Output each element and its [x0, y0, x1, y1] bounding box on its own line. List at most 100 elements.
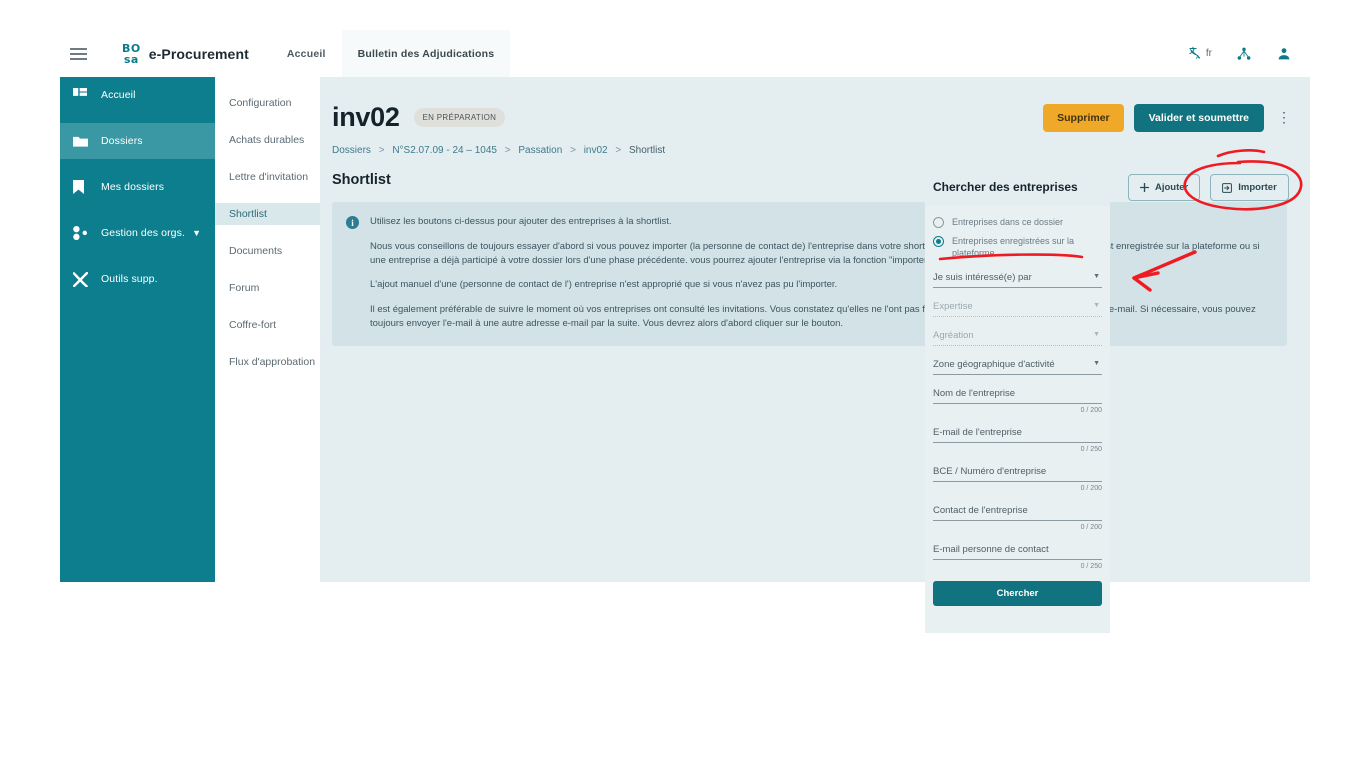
- subnav-item-shortlist[interactable]: Shortlist: [215, 203, 320, 225]
- import-company-label: Importer: [1238, 182, 1277, 193]
- folder-icon: [73, 134, 93, 148]
- breadcrumb-separator: >: [378, 145, 385, 156]
- sidebar-label-dossiers: Dossiers: [101, 135, 143, 147]
- translate-icon: A: [1189, 46, 1201, 61]
- counter-company-contact: 0 / 200: [1080, 524, 1102, 532]
- sidebar-item-dossiers[interactable]: Dossiers: [60, 123, 215, 159]
- info-panel: i Utilisez les boutons ci-dessus pour aj…: [332, 202, 1287, 346]
- top-nav-accueil[interactable]: Accueil: [271, 30, 342, 77]
- language-label: fr: [1205, 48, 1212, 59]
- breadcrumb-separator: >: [504, 145, 511, 156]
- dashboard-icon: [73, 88, 93, 102]
- sidebar-label-outils-supp: Outils supp.: [101, 273, 158, 285]
- top-nav-bulletin[interactable]: Bulletin des Adjudications: [341, 30, 511, 77]
- counter-company-name: 0 / 200: [1080, 407, 1102, 415]
- field-underline: [933, 316, 1102, 318]
- select-interested-in[interactable]: Je suis intéressé(e) par ▼: [933, 272, 1102, 289]
- chevron-down-icon[interactable]: ▼: [192, 228, 201, 238]
- field-underline: [933, 287, 1102, 289]
- input-label-company-email: E-mail de l'entreprise: [933, 427, 1022, 439]
- input-label-company-name: Nom de l'entreprise: [933, 388, 1016, 400]
- search-companies-panel: Chercher des entreprises Entreprises dan…: [925, 168, 1110, 633]
- validate-submit-button[interactable]: Valider et soumettre: [1133, 103, 1264, 132]
- sidebar-item-outils-supp[interactable]: Outils supp.: [60, 261, 215, 297]
- logo-line-2: sa: [123, 52, 139, 66]
- breadcrumb-item-1[interactable]: Dossiers: [332, 145, 371, 156]
- sidebar-label-mes-dossiers: Mes dossiers: [101, 181, 165, 193]
- top-nav: Accueil Bulletin des Adjudications: [271, 30, 511, 77]
- radio-button-unchecked-icon[interactable]: [933, 217, 944, 228]
- counter-company-email: 0 / 250: [1080, 446, 1102, 454]
- select-label-expertise: Expertise: [933, 301, 973, 313]
- breadcrumb-item-5: Shortlist: [629, 145, 666, 156]
- select-expertise: Expertise ▼: [933, 301, 1102, 318]
- info-icon: i: [346, 216, 359, 229]
- search-button[interactable]: Chercher: [933, 581, 1102, 607]
- chevron-down-icon: ▼: [1093, 331, 1100, 339]
- input-company-name[interactable]: Nom de l'entreprise 0 / 200: [933, 388, 1102, 414]
- breadcrumb-item-3[interactable]: Passation: [518, 145, 562, 156]
- radio-button-checked-icon[interactable]: [933, 236, 944, 248]
- sidebar-item-accueil[interactable]: Accueil: [60, 77, 215, 113]
- info-paragraph-3: L'ajout manuel d'une (personne de contac…: [370, 279, 838, 291]
- hamburger-icon[interactable]: [70, 47, 100, 60]
- subnav-item-configuration[interactable]: Configuration: [215, 92, 320, 114]
- breadcrumb-item-4[interactable]: inv02: [584, 145, 608, 156]
- info-paragraph-2: Nous vous conseillons de toujours essaye…: [370, 240, 1260, 266]
- chevron-down-icon[interactable]: ▼: [1093, 360, 1100, 367]
- sidebar-item-mes-dossiers[interactable]: Mes dossiers: [60, 169, 215, 205]
- tools-icon: [73, 271, 93, 287]
- subnav-item-coffre-fort[interactable]: Coffre-fort: [215, 314, 320, 336]
- info-paragraph-4: Il est également préférable de suivre le…: [370, 304, 1256, 329]
- status-badge: EN PRÉPARATION: [413, 108, 506, 127]
- breadcrumb-separator: >: [570, 145, 576, 156]
- sidebar-item-gestion-orgs[interactable]: Gestion des orgs. ▼: [60, 215, 215, 251]
- input-company-email[interactable]: E-mail de l'entreprise 0 / 250: [933, 427, 1102, 453]
- header-actions: Supprimer Valider et soumettre ⋮: [1043, 103, 1310, 132]
- breadcrumb: Dossiers > N°S2.07.09 - 24 – 1045 > Pass…: [320, 133, 1310, 156]
- import-company-button[interactable]: Importer: [1210, 174, 1289, 201]
- input-label-bce-number: BCE / Numéro d'entreprise: [933, 466, 1047, 478]
- left-sidebar: Accueil Dossiers Mes dossiers Gestion de…: [60, 77, 215, 582]
- subnav-item-forum[interactable]: Forum: [215, 277, 320, 299]
- bosa-logo-mark: BO sa: [122, 43, 141, 65]
- plus-icon: [1140, 183, 1149, 192]
- radio-companies-on-platform[interactable]: Entreprises enregistrées sur la platefor…: [933, 235, 1102, 259]
- bosa-logo: BO sa e-Procurement: [122, 43, 249, 65]
- delete-button[interactable]: Supprimer: [1043, 103, 1124, 132]
- subnav-item-lettre-invitation[interactable]: Lettre d'invitation: [215, 166, 320, 188]
- secondary-nav: Configuration Achats durables Lettre d'i…: [215, 77, 320, 582]
- user-avatar-icon[interactable]: [1276, 46, 1292, 62]
- brand-title: e-Procurement: [148, 45, 249, 62]
- import-icon: [1222, 182, 1233, 193]
- radio-companies-in-dossier[interactable]: Entreprises dans ce dossier: [933, 216, 1102, 228]
- subnav-item-achats-durables[interactable]: Achats durables: [215, 129, 320, 151]
- select-geographic-zone[interactable]: Zone géographique d'activité ▼: [933, 359, 1102, 376]
- search-panel-title: Chercher des entreprises: [925, 168, 1110, 206]
- subnav-item-documents[interactable]: Documents: [215, 240, 320, 262]
- radio-label-companies-on-platform: Entreprises enregistrées sur la platefor…: [952, 236, 1075, 259]
- sidebar-label-accueil: Accueil: [101, 89, 136, 101]
- top-bar: BO sa e-Procurement Accueil Bulletin des…: [60, 30, 1310, 77]
- input-label-contact-email: E-mail personne de contact: [933, 544, 1049, 556]
- input-contact-email[interactable]: E-mail personne de contact 0 / 250: [933, 544, 1102, 570]
- more-vertical-icon[interactable]: ⋮: [1274, 110, 1294, 124]
- top-right-actions: A fr: [1188, 46, 1310, 62]
- chevron-down-icon[interactable]: ▼: [1093, 273, 1100, 280]
- add-company-button[interactable]: Ajouter: [1128, 174, 1201, 201]
- page-header: inv02 EN PRÉPARATION Supprimer Valider e…: [320, 77, 1310, 133]
- input-bce-number[interactable]: BCE / Numéro d'entreprise 0 / 200: [933, 466, 1102, 492]
- select-label-agreation: Agréation: [933, 330, 974, 342]
- subnav-item-flux-approbation[interactable]: Flux d'approbation: [215, 351, 320, 373]
- bookmark-icon: [73, 180, 93, 194]
- field-underline: [933, 345, 1102, 347]
- organization-tree-icon[interactable]: [1236, 46, 1252, 62]
- organization-icon: [73, 226, 93, 240]
- breadcrumb-item-2[interactable]: N°S2.07.09 - 24 – 1045: [392, 145, 497, 156]
- input-company-contact[interactable]: Contact de l'entreprise 0 / 200: [933, 505, 1102, 531]
- app-window: BO sa e-Procurement Accueil Bulletin des…: [0, 0, 1366, 768]
- shortlist-actions: Ajouter Importer: [1128, 174, 1289, 201]
- chevron-down-icon: ▼: [1093, 302, 1100, 310]
- language-switcher[interactable]: A fr: [1188, 46, 1212, 61]
- page-title: inv02: [332, 102, 400, 132]
